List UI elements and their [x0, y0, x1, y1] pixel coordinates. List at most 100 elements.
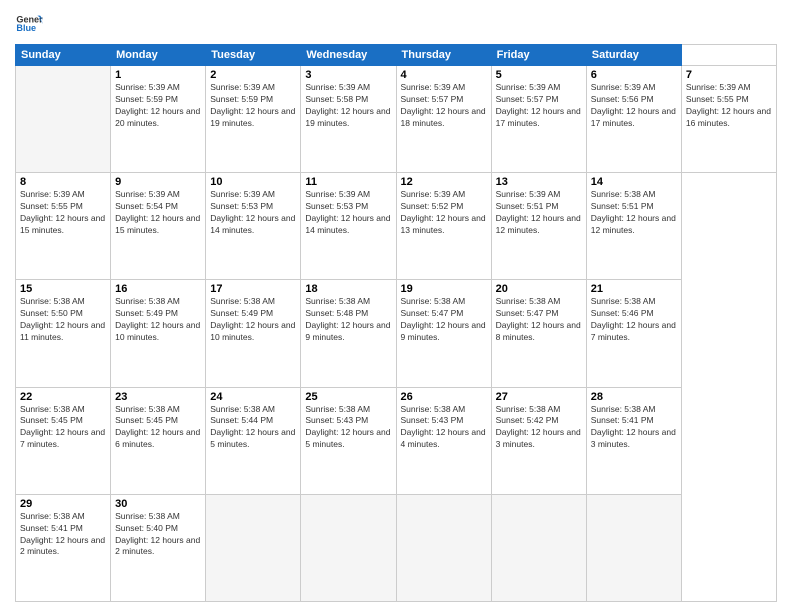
day-info: Sunrise: 5:38 AMSunset: 5:44 PMDaylight:… — [210, 404, 296, 452]
day-number: 19 — [401, 283, 487, 295]
day-cell: 17Sunrise: 5:38 AMSunset: 5:49 PMDayligh… — [206, 280, 301, 387]
day-number: 10 — [210, 176, 296, 188]
day-cell: 6Sunrise: 5:39 AMSunset: 5:56 PMDaylight… — [586, 66, 681, 173]
day-number: 18 — [305, 283, 391, 295]
day-number: 30 — [115, 498, 201, 510]
day-info: Sunrise: 5:39 AMSunset: 5:53 PMDaylight:… — [305, 189, 391, 237]
day-number: 22 — [20, 391, 106, 403]
day-number: 20 — [496, 283, 582, 295]
day-info: Sunrise: 5:38 AMSunset: 5:50 PMDaylight:… — [20, 296, 106, 344]
day-info: Sunrise: 5:39 AMSunset: 5:59 PMDaylight:… — [210, 82, 296, 130]
day-info: Sunrise: 5:39 AMSunset: 5:58 PMDaylight:… — [305, 82, 391, 130]
col-header-sunday: Sunday — [16, 45, 111, 66]
day-cell: 1Sunrise: 5:39 AMSunset: 5:59 PMDaylight… — [111, 66, 206, 173]
day-info: Sunrise: 5:39 AMSunset: 5:53 PMDaylight:… — [210, 189, 296, 237]
day-info: Sunrise: 5:38 AMSunset: 5:43 PMDaylight:… — [305, 404, 391, 452]
day-cell: 25Sunrise: 5:38 AMSunset: 5:43 PMDayligh… — [301, 387, 396, 494]
week-row-2: 8Sunrise: 5:39 AMSunset: 5:55 PMDaylight… — [16, 173, 777, 280]
day-info: Sunrise: 5:39 AMSunset: 5:56 PMDaylight:… — [591, 82, 677, 130]
week-row-5: 29Sunrise: 5:38 AMSunset: 5:41 PMDayligh… — [16, 494, 777, 601]
day-number: 17 — [210, 283, 296, 295]
day-cell: 16Sunrise: 5:38 AMSunset: 5:49 PMDayligh… — [111, 280, 206, 387]
day-info: Sunrise: 5:38 AMSunset: 5:45 PMDaylight:… — [20, 404, 106, 452]
col-header-thursday: Thursday — [396, 45, 491, 66]
day-info: Sunrise: 5:38 AMSunset: 5:43 PMDaylight:… — [401, 404, 487, 452]
day-cell: 26Sunrise: 5:38 AMSunset: 5:43 PMDayligh… — [396, 387, 491, 494]
day-number: 27 — [496, 391, 582, 403]
day-cell: 15Sunrise: 5:38 AMSunset: 5:50 PMDayligh… — [16, 280, 111, 387]
day-number: 9 — [115, 176, 201, 188]
day-cell: 27Sunrise: 5:38 AMSunset: 5:42 PMDayligh… — [491, 387, 586, 494]
day-number: 16 — [115, 283, 201, 295]
day-cell: 21Sunrise: 5:38 AMSunset: 5:46 PMDayligh… — [586, 280, 681, 387]
week-row-1: 1Sunrise: 5:39 AMSunset: 5:59 PMDaylight… — [16, 66, 777, 173]
day-cell — [491, 494, 586, 601]
day-cell: 4Sunrise: 5:39 AMSunset: 5:57 PMDaylight… — [396, 66, 491, 173]
svg-text:Blue: Blue — [16, 23, 36, 33]
day-number: 5 — [496, 69, 582, 81]
day-info: Sunrise: 5:38 AMSunset: 5:49 PMDaylight:… — [210, 296, 296, 344]
logo: General Blue — [15, 10, 47, 38]
col-header-tuesday: Tuesday — [206, 45, 301, 66]
day-info: Sunrise: 5:38 AMSunset: 5:42 PMDaylight:… — [496, 404, 582, 452]
day-number: 25 — [305, 391, 391, 403]
day-cell: 24Sunrise: 5:38 AMSunset: 5:44 PMDayligh… — [206, 387, 301, 494]
day-number: 23 — [115, 391, 201, 403]
day-number: 29 — [20, 498, 106, 510]
day-info: Sunrise: 5:39 AMSunset: 5:51 PMDaylight:… — [496, 189, 582, 237]
day-cell: 7Sunrise: 5:39 AMSunset: 5:55 PMDaylight… — [681, 66, 776, 173]
day-cell: 5Sunrise: 5:39 AMSunset: 5:57 PMDaylight… — [491, 66, 586, 173]
day-cell: 11Sunrise: 5:39 AMSunset: 5:53 PMDayligh… — [301, 173, 396, 280]
day-cell: 14Sunrise: 5:38 AMSunset: 5:51 PMDayligh… — [586, 173, 681, 280]
header: General Blue — [15, 10, 777, 38]
col-header-friday: Friday — [491, 45, 586, 66]
day-number: 13 — [496, 176, 582, 188]
day-info: Sunrise: 5:38 AMSunset: 5:41 PMDaylight:… — [591, 404, 677, 452]
day-number: 28 — [591, 391, 677, 403]
day-info: Sunrise: 5:39 AMSunset: 5:59 PMDaylight:… — [115, 82, 201, 130]
day-number: 12 — [401, 176, 487, 188]
day-number: 2 — [210, 69, 296, 81]
day-info: Sunrise: 5:39 AMSunset: 5:57 PMDaylight:… — [401, 82, 487, 130]
day-cell: 10Sunrise: 5:39 AMSunset: 5:53 PMDayligh… — [206, 173, 301, 280]
day-cell: 2Sunrise: 5:39 AMSunset: 5:59 PMDaylight… — [206, 66, 301, 173]
day-cell: 13Sunrise: 5:39 AMSunset: 5:51 PMDayligh… — [491, 173, 586, 280]
day-number: 6 — [591, 69, 677, 81]
day-cell: 12Sunrise: 5:39 AMSunset: 5:52 PMDayligh… — [396, 173, 491, 280]
day-info: Sunrise: 5:38 AMSunset: 5:47 PMDaylight:… — [401, 296, 487, 344]
day-cell — [586, 494, 681, 601]
page: General Blue SundayMondayTuesdayWednesda… — [0, 0, 792, 612]
day-number: 7 — [686, 69, 772, 81]
day-info: Sunrise: 5:38 AMSunset: 5:47 PMDaylight:… — [496, 296, 582, 344]
calendar-table: SundayMondayTuesdayWednesdayThursdayFrid… — [15, 44, 777, 602]
day-number: 21 — [591, 283, 677, 295]
header-row: SundayMondayTuesdayWednesdayThursdayFrid… — [16, 45, 777, 66]
day-number: 14 — [591, 176, 677, 188]
day-info: Sunrise: 5:39 AMSunset: 5:57 PMDaylight:… — [496, 82, 582, 130]
day-info: Sunrise: 5:39 AMSunset: 5:55 PMDaylight:… — [20, 189, 106, 237]
day-info: Sunrise: 5:39 AMSunset: 5:55 PMDaylight:… — [686, 82, 772, 130]
day-cell: 20Sunrise: 5:38 AMSunset: 5:47 PMDayligh… — [491, 280, 586, 387]
day-info: Sunrise: 5:38 AMSunset: 5:46 PMDaylight:… — [591, 296, 677, 344]
day-number: 1 — [115, 69, 201, 81]
day-info: Sunrise: 5:38 AMSunset: 5:49 PMDaylight:… — [115, 296, 201, 344]
col-header-monday: Monday — [111, 45, 206, 66]
day-cell: 19Sunrise: 5:38 AMSunset: 5:47 PMDayligh… — [396, 280, 491, 387]
day-cell: 8Sunrise: 5:39 AMSunset: 5:55 PMDaylight… — [16, 173, 111, 280]
day-number: 4 — [401, 69, 487, 81]
week-row-4: 22Sunrise: 5:38 AMSunset: 5:45 PMDayligh… — [16, 387, 777, 494]
day-info: Sunrise: 5:38 AMSunset: 5:51 PMDaylight:… — [591, 189, 677, 237]
day-cell: 23Sunrise: 5:38 AMSunset: 5:45 PMDayligh… — [111, 387, 206, 494]
day-number: 3 — [305, 69, 391, 81]
day-cell — [301, 494, 396, 601]
day-info: Sunrise: 5:38 AMSunset: 5:41 PMDaylight:… — [20, 511, 106, 559]
day-cell: 22Sunrise: 5:38 AMSunset: 5:45 PMDayligh… — [16, 387, 111, 494]
day-cell — [206, 494, 301, 601]
day-info: Sunrise: 5:38 AMSunset: 5:48 PMDaylight:… — [305, 296, 391, 344]
day-cell: 30Sunrise: 5:38 AMSunset: 5:40 PMDayligh… — [111, 494, 206, 601]
day-number: 8 — [20, 176, 106, 188]
day-cell: 3Sunrise: 5:39 AMSunset: 5:58 PMDaylight… — [301, 66, 396, 173]
logo-icon: General Blue — [15, 10, 43, 38]
day-info: Sunrise: 5:39 AMSunset: 5:54 PMDaylight:… — [115, 189, 201, 237]
day-number: 24 — [210, 391, 296, 403]
